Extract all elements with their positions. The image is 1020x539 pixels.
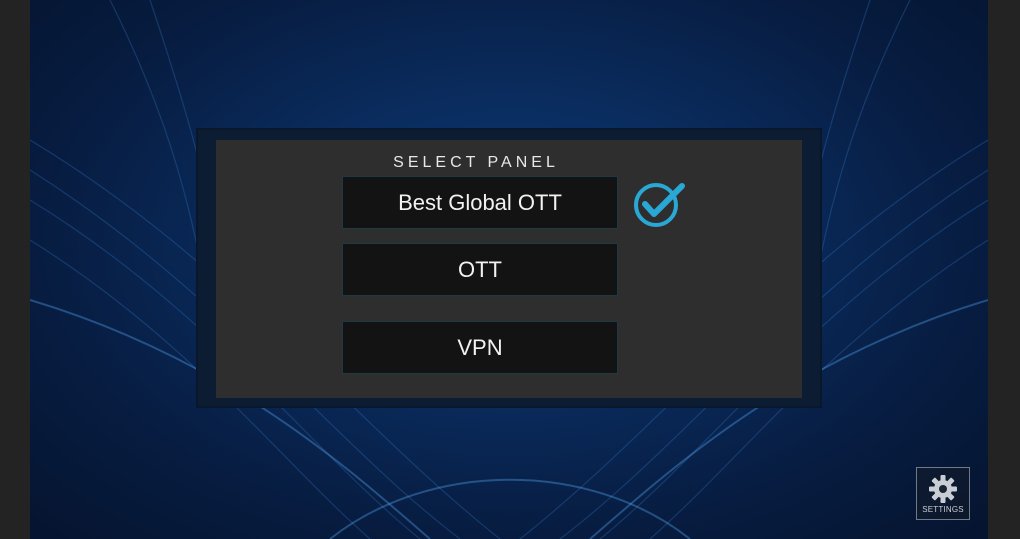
option-label: OTT <box>458 256 502 282</box>
option-vpn-button[interactable]: VPN <box>342 321 618 374</box>
option-best-global-ott-button[interactable]: Best Global OTT <box>342 176 618 229</box>
right-letterbox <box>988 0 1020 539</box>
option-label: Best Global OTT <box>398 189 562 215</box>
check-circle-icon <box>634 183 685 227</box>
option-ott-button[interactable]: OTT <box>342 243 618 296</box>
settings-label: SETTINGS <box>922 505 964 514</box>
gear-icon <box>929 475 957 503</box>
option-label: VPN <box>457 334 503 360</box>
select-panel-dialog: SELECT PANEL Best Global OTT OTT VPN <box>216 140 802 398</box>
left-letterbox <box>0 0 30 539</box>
panel-title: SELECT PANEL <box>393 154 559 171</box>
settings-button[interactable]: SETTINGS <box>916 467 970 520</box>
